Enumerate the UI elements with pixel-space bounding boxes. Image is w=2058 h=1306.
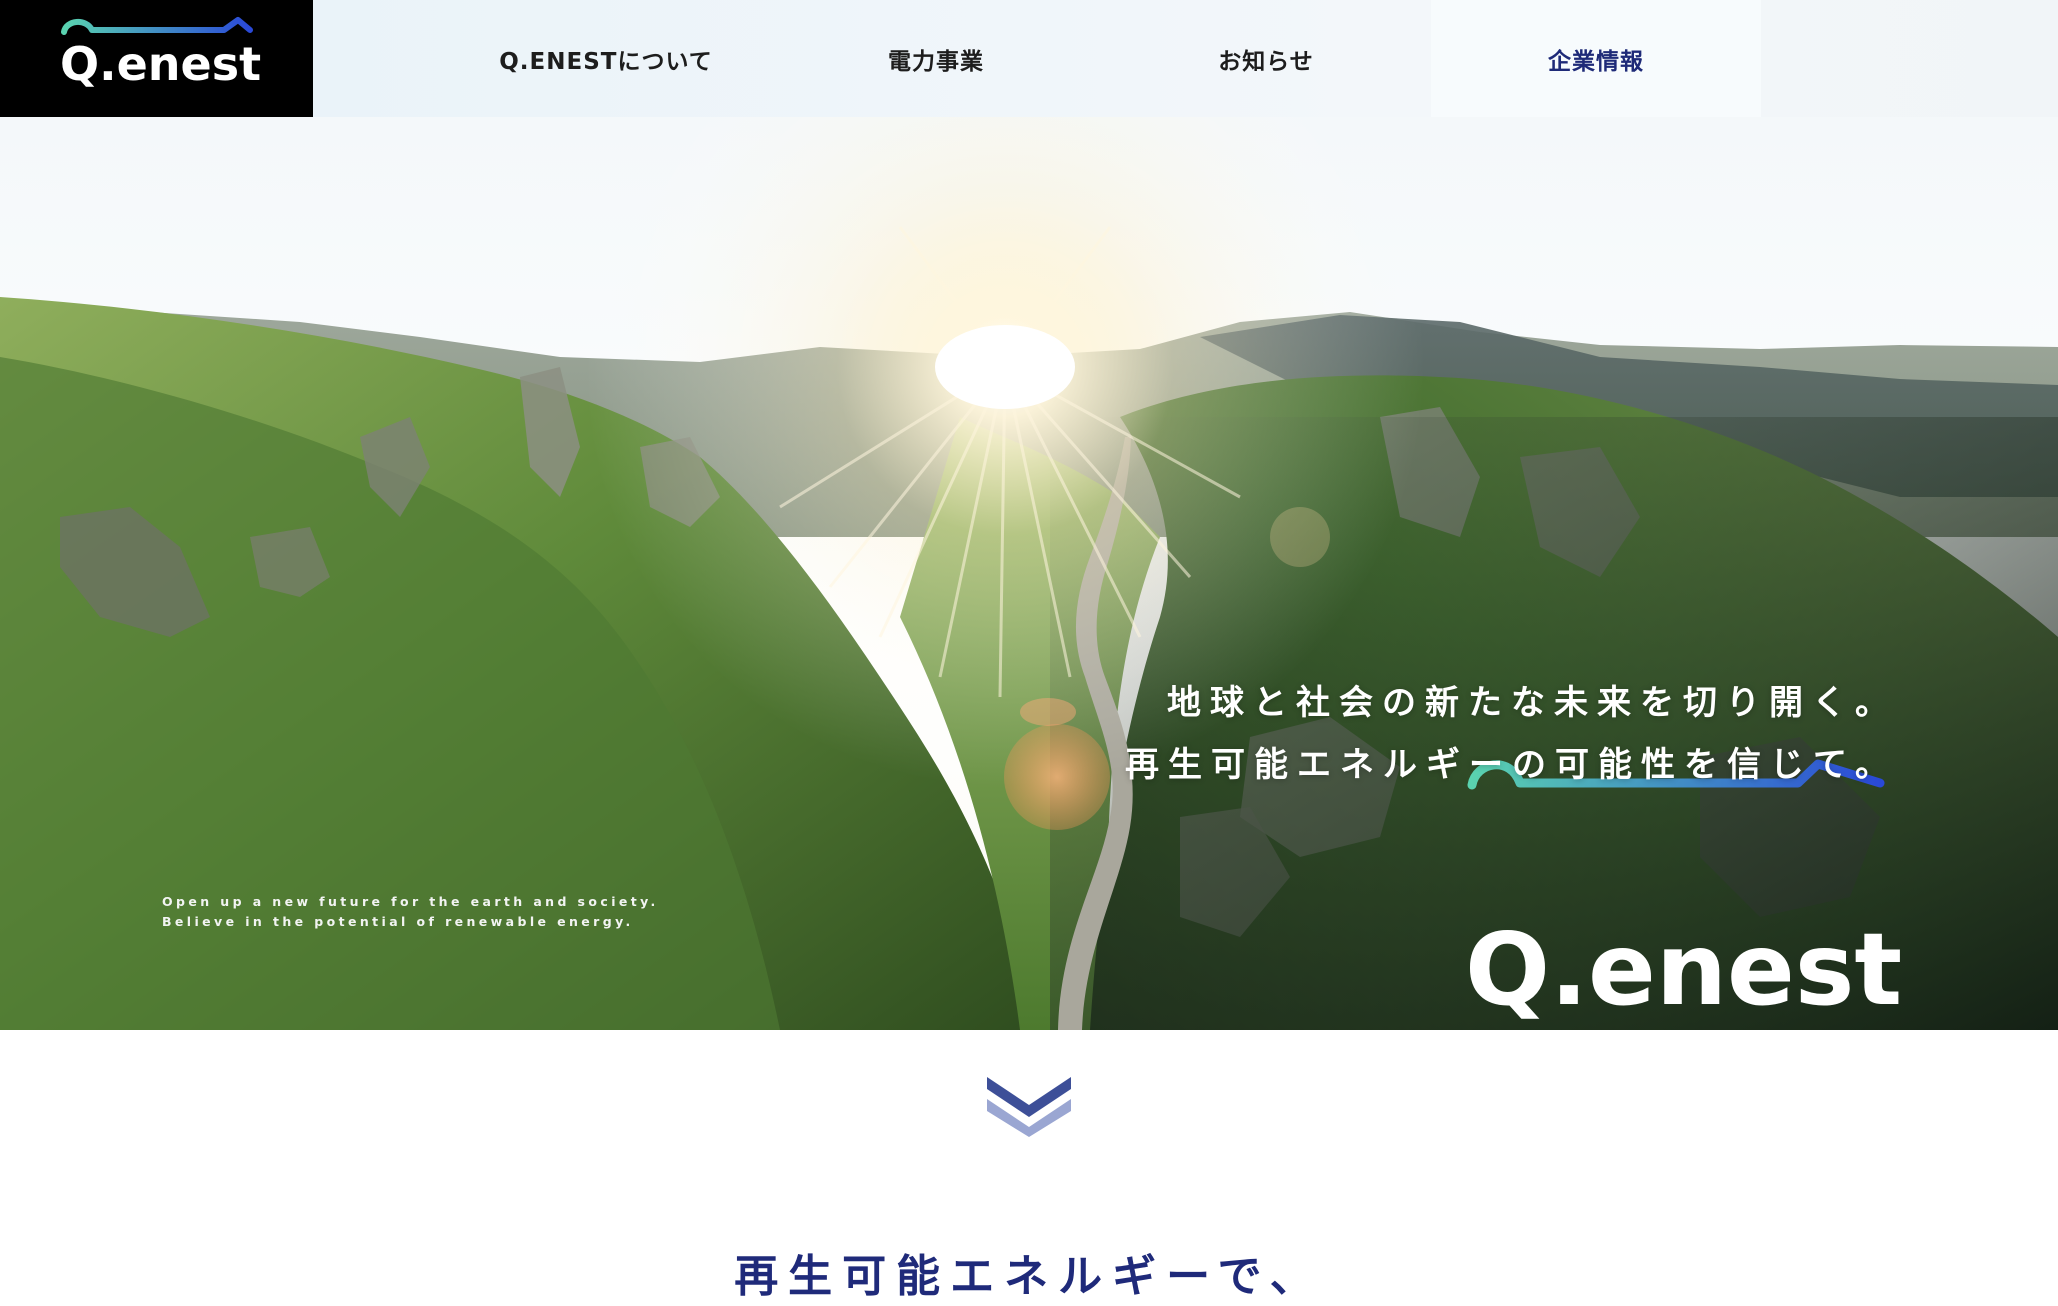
nav-item-about[interactable]: Q.ENESTについて — [441, 0, 771, 117]
logo-mark-icon: Q.enest — [60, 17, 261, 91]
nav-item-company[interactable]: 企業情報 — [1431, 0, 1761, 117]
tagline-en-line-2: Believe in the potential of renewable en… — [162, 914, 634, 929]
tagline-jp-line-2: 再生可能エネルギーの可能性を信じて。 — [1125, 745, 1898, 785]
hero-tagline-japanese: 地球と社会の新たな未来を切り開く。 再生可能エネルギーの可能性を信じて。 — [1125, 672, 1898, 796]
nav-item-news[interactable]: お知らせ — [1101, 0, 1431, 117]
tagline-en-line-1: Open up a new future for the earth and s… — [162, 894, 659, 909]
header-logo[interactable]: Q.enest — [0, 0, 313, 117]
hero-logo: Q.enest — [1465, 911, 1902, 1027]
scroll-down-chevron-icon[interactable] — [983, 1073, 1075, 1137]
lens-flare-icon — [1004, 724, 1110, 830]
tagline-jp-line-1: 地球と社会の新たな未来を切り開く。 — [1167, 683, 1898, 723]
hero-logo-text: Q.enest — [1465, 911, 1902, 1027]
hero-section: Open up a new future for the earth and s… — [0, 117, 2058, 1030]
hero-tagline-english: Open up a new future for the earth and s… — [162, 892, 659, 932]
nav-item-power-business[interactable]: 電力事業 — [771, 0, 1101, 117]
site-header: Q.enest Q.ENESTについて 電力事業 お知らせ 企業情報 — [0, 0, 2058, 117]
logo-text: Q.enest — [60, 37, 261, 91]
section-heading: 再生可能エネルギーで、 — [734, 1251, 1324, 1302]
main-nav: Q.ENESTについて 電力事業 お知らせ 企業情報 — [313, 0, 2058, 117]
